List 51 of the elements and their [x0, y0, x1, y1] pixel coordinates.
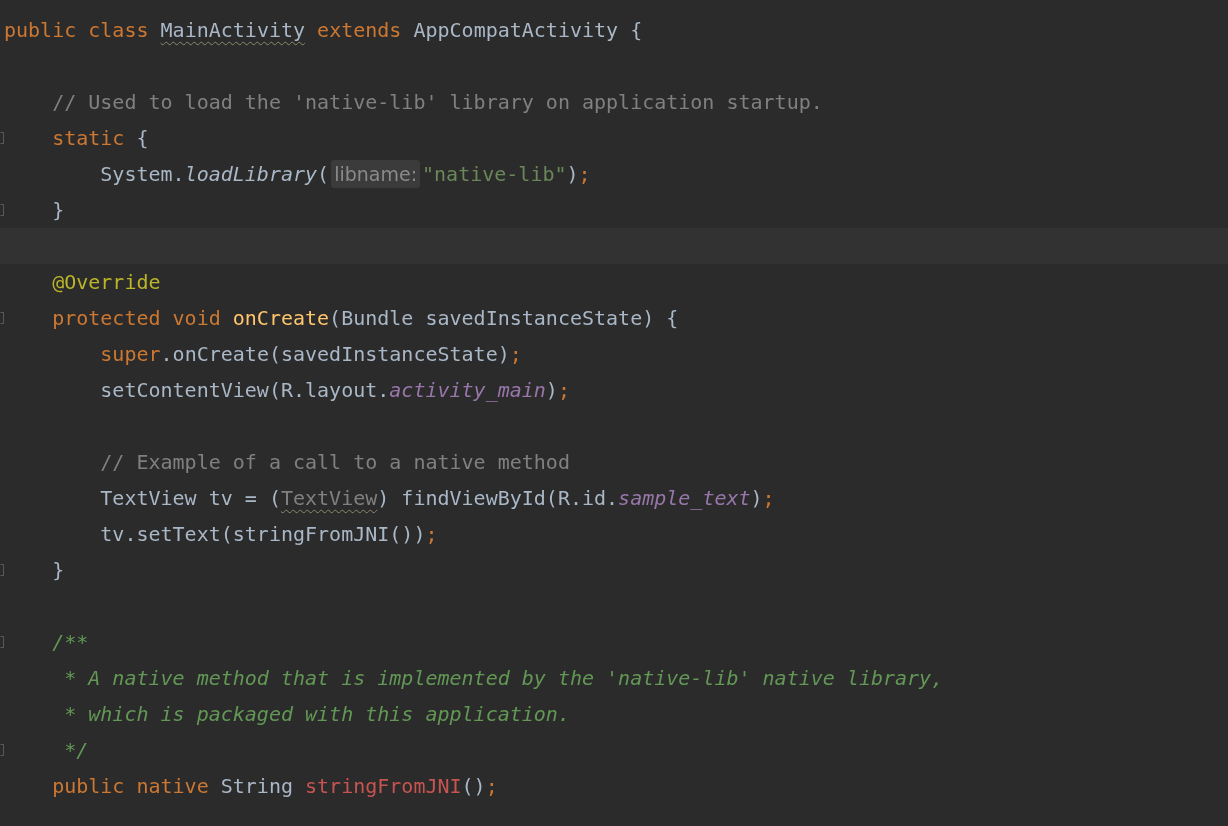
doc-comment: * A native method that is implemented by the 'native-lib' native library, [63, 665, 944, 692]
parameter-hint: libname: [331, 160, 421, 188]
code-keyword: public native [52, 773, 210, 800]
code-keyword: ; [557, 377, 570, 404]
doc-comment: */ [63, 737, 89, 764]
string-literal: "native-lib" [422, 161, 567, 188]
code-keyword: static [52, 125, 125, 152]
method-call: loadLibrary [184, 161, 318, 188]
code-identifier: TextView tv = ( [100, 485, 281, 512]
code-identifier: setContentView(R.layout. [100, 377, 390, 404]
fold-marker-icon[interactable] [0, 204, 4, 216]
code-identifier: } [52, 557, 65, 584]
doc-comment: * which is packaged with this application. [63, 701, 570, 728]
code-identifier: ) [750, 485, 763, 512]
code-keyword: ; [578, 161, 591, 188]
code-identifier: ) findViewById(R.id. [377, 485, 619, 512]
code-annotation: @Override [52, 269, 161, 296]
code-keyword: ; [762, 485, 775, 512]
method-name: onCreate [232, 305, 330, 332]
code-keyword: ; [485, 773, 498, 800]
code-identifier: AppCompatActivity { [413, 17, 643, 44]
code-comment: // Used to load the 'native-lib' library on application startup. [52, 89, 823, 116]
resource-field: activity_main [389, 372, 546, 408]
cast-type: TextView [280, 485, 378, 512]
code-comment: // Example of a call to a native method [100, 449, 570, 476]
fold-marker-icon[interactable] [0, 636, 4, 648]
code-keyword: protected void [52, 305, 222, 332]
code-identifier: { [135, 125, 149, 152]
fold-marker-icon[interactable] [0, 744, 4, 756]
doc-comment: /** [52, 629, 89, 656]
code-identifier: () [461, 773, 486, 800]
resource-field: sample_text [618, 480, 751, 516]
code-identifier: ) [566, 161, 579, 188]
code-identifier: ( [317, 161, 330, 188]
code-identifier: .onCreate(savedInstanceState) [160, 341, 510, 368]
code-keyword: public class [4, 17, 150, 44]
code-keyword: super [100, 341, 161, 368]
code-identifier: String [220, 773, 294, 800]
fold-marker-icon[interactable] [0, 132, 4, 144]
fold-marker-icon[interactable] [0, 564, 4, 576]
code-keyword: ; [509, 341, 522, 368]
code-identifier: System. [100, 161, 185, 188]
code-identifier: (Bundle savedInstanceState) { [329, 305, 679, 332]
code-identifier: tv.setText(stringFromJNI()) [100, 521, 426, 548]
fold-marker-icon[interactable] [0, 312, 4, 324]
code-identifier: ) [545, 377, 558, 404]
code-identifier: } [52, 197, 65, 224]
code-keyword: extends [316, 17, 403, 44]
code-keyword: ; [425, 521, 438, 548]
method-name: stringFromJNI [305, 773, 462, 800]
code-identifier: MainActivity [160, 17, 306, 44]
